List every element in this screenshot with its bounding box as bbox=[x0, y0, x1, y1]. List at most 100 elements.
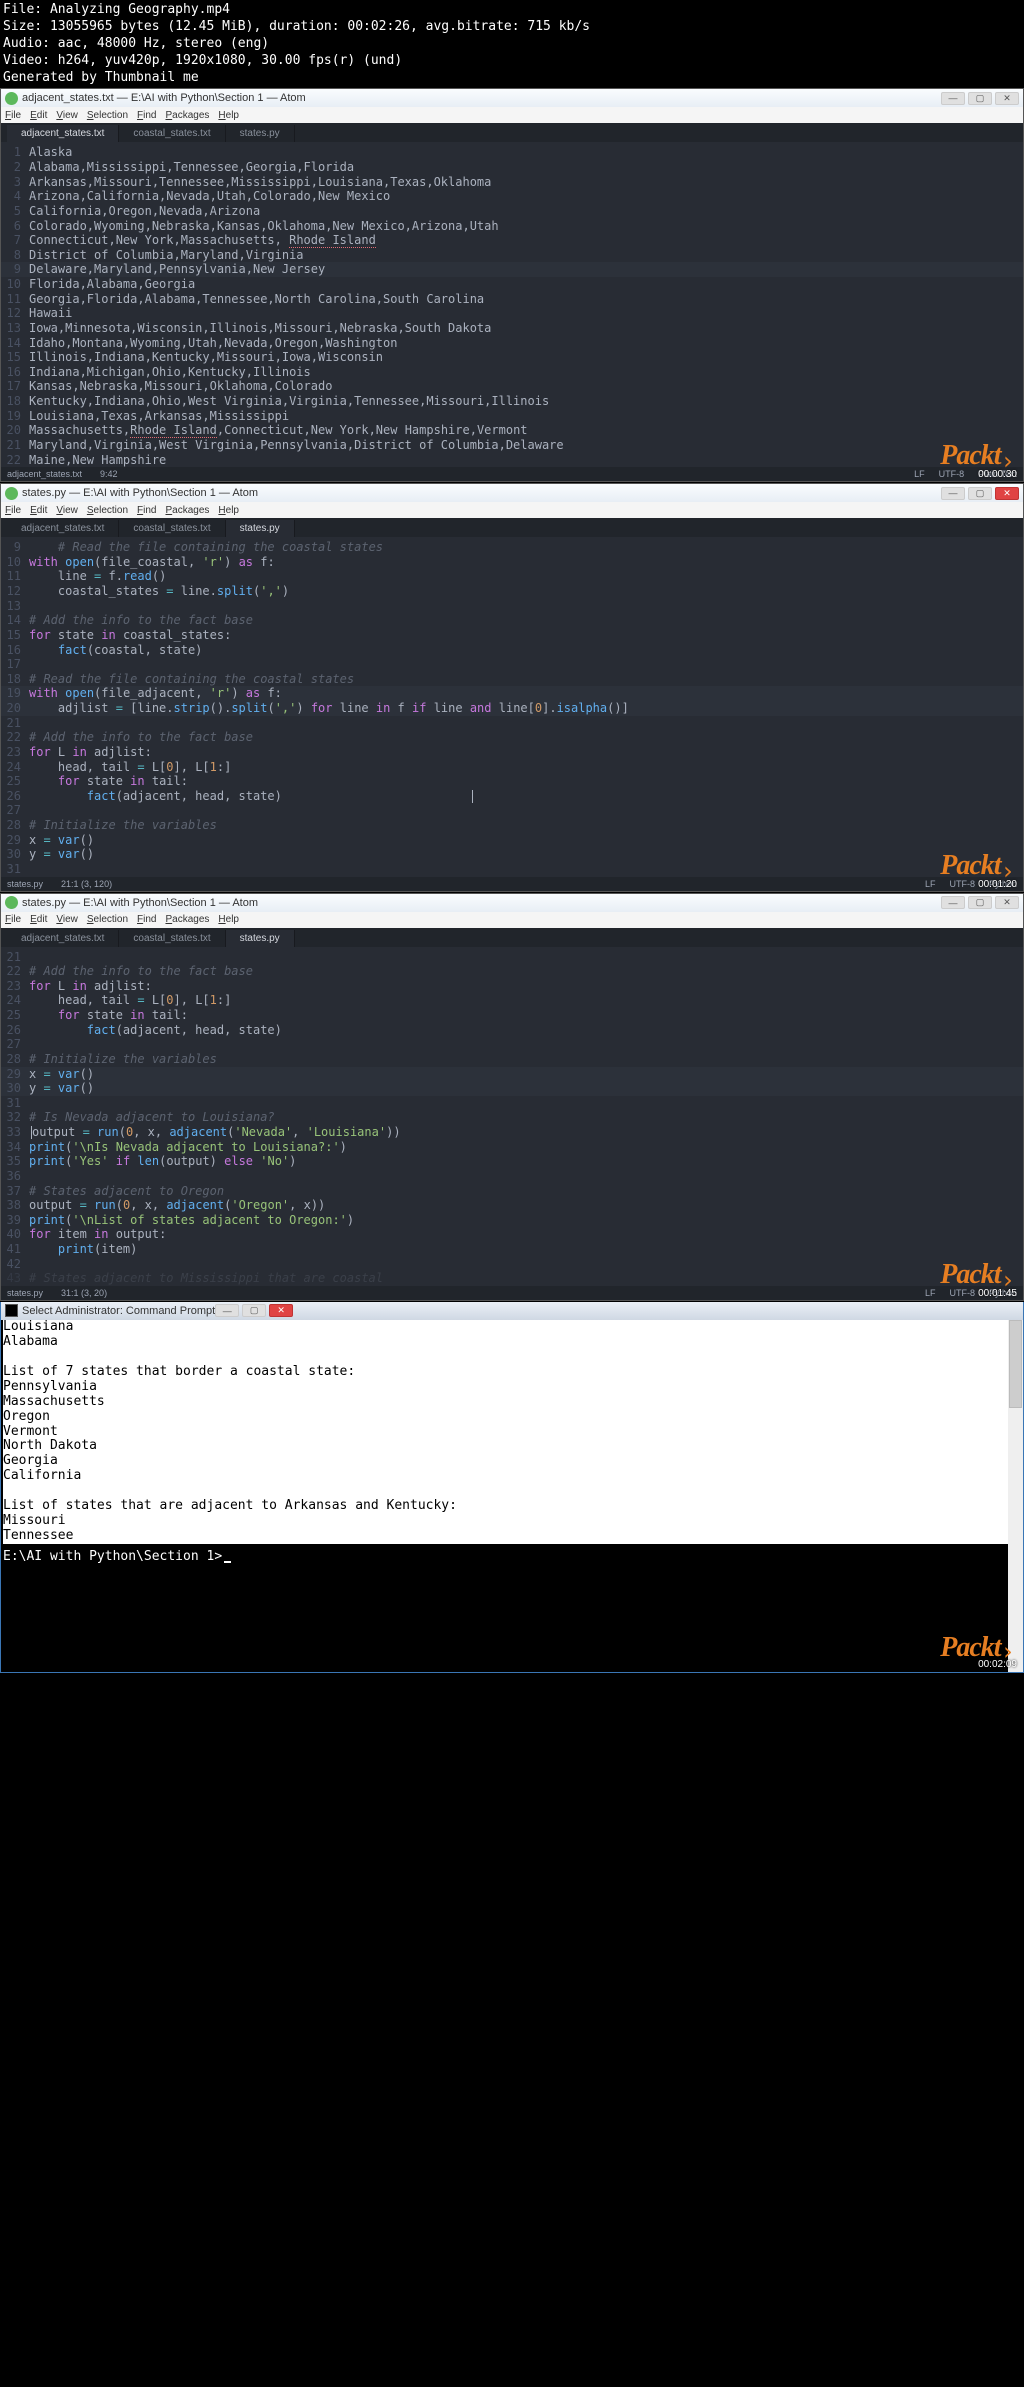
editor-line[interactable]: 26 fact(adjacent, head, state) bbox=[1, 789, 1023, 804]
editor-line[interactable]: 3Arkansas,Missouri,Tennessee,Mississippi… bbox=[1, 175, 1023, 190]
editor-line[interactable]: 10with open(file_coastal, 'r') as f: bbox=[1, 555, 1023, 570]
tab-states-py[interactable]: states.py bbox=[226, 930, 295, 947]
editor-line[interactable]: 28# Initialize the variables bbox=[1, 1052, 1023, 1067]
menu-edit[interactable]: Edit bbox=[30, 110, 47, 121]
editor-line[interactable]: 37# States adjacent to Oregon bbox=[1, 1184, 1023, 1199]
tab-coastal-states-txt[interactable]: coastal_states.txt bbox=[119, 930, 225, 947]
editor-line[interactable]: 9Delaware,Maryland,Pennsylvania,New Jers… bbox=[1, 262, 1023, 277]
editor-line[interactable]: 43# States adjacent to Mississippi that … bbox=[1, 1271, 1023, 1286]
menu-help[interactable]: Help bbox=[218, 505, 239, 516]
editor-line[interactable]: 24 head, tail = L[0], L[1:] bbox=[1, 993, 1023, 1008]
close-button[interactable]: ✕ bbox=[995, 487, 1019, 500]
tab-coastal-states-txt[interactable]: coastal_states.txt bbox=[119, 520, 225, 537]
editor-line[interactable]: 40for item in output: bbox=[1, 1227, 1023, 1242]
editor-line[interactable]: 15for state in coastal_states: bbox=[1, 628, 1023, 643]
editor-line[interactable]: 31 bbox=[1, 1096, 1023, 1111]
editor-line[interactable]: 16 fact(coastal, state) bbox=[1, 643, 1023, 658]
editor-line[interactable]: 2Alabama,Mississippi,Tennessee,Georgia,F… bbox=[1, 160, 1023, 175]
editor-line[interactable]: 12 coastal_states = line.split(',') bbox=[1, 584, 1023, 599]
titlebar[interactable]: states.py — E:\AI with Python\Section 1 … bbox=[1, 484, 1023, 502]
menu-edit[interactable]: Edit bbox=[30, 914, 47, 925]
editor-line[interactable]: 17 bbox=[1, 657, 1023, 672]
editor-line[interactable]: 33output = run(0, x, adjacent('Nevada', … bbox=[1, 1125, 1023, 1140]
scrollbar[interactable] bbox=[1008, 1320, 1023, 1672]
editor-line[interactable]: 21Maryland,Virginia,West Virginia,Pennsy… bbox=[1, 438, 1023, 453]
editor-line[interactable]: 29x = var() bbox=[1, 1067, 1023, 1082]
editor-line[interactable]: 13 bbox=[1, 599, 1023, 614]
editor-area[interactable]: 1Alaska2Alabama,Mississippi,Tennessee,Ge… bbox=[1, 142, 1023, 467]
editor-line[interactable]: 20 adjlist = [line.strip().split(',') fo… bbox=[1, 701, 1023, 716]
cmd-body[interactable]: LouisianaAlabama List of 7 states that b… bbox=[1, 1320, 1023, 1672]
menu-packages[interactable]: Packages bbox=[165, 914, 209, 925]
menu-selection[interactable]: Selection bbox=[87, 505, 128, 516]
editor-line[interactable]: 8District of Columbia,Maryland,Virginia bbox=[1, 248, 1023, 263]
minimize-button[interactable]: — bbox=[215, 1304, 239, 1317]
menu-help[interactable]: Help bbox=[218, 110, 239, 121]
menu-find[interactable]: Find bbox=[137, 914, 156, 925]
menu-file[interactable]: File bbox=[5, 914, 21, 925]
editor-line[interactable]: 27 bbox=[1, 803, 1023, 818]
editor-line[interactable]: 23for L in adjlist: bbox=[1, 745, 1023, 760]
editor-line[interactable]: 12Hawaii bbox=[1, 306, 1023, 321]
editor-line[interactable]: 35print('Yes' if len(output) else 'No') bbox=[1, 1154, 1023, 1169]
minimize-button[interactable]: — bbox=[941, 896, 965, 909]
editor-line[interactable]: 25 for state in tail: bbox=[1, 1008, 1023, 1023]
editor-line[interactable]: 10Florida,Alabama,Georgia bbox=[1, 277, 1023, 292]
editor-line[interactable]: 6Colorado,Wyoming,Nebraska,Kansas,Oklaho… bbox=[1, 219, 1023, 234]
menu-selection[interactable]: Selection bbox=[87, 110, 128, 121]
editor-line[interactable]: 11 line = f.read() bbox=[1, 569, 1023, 584]
editor-line[interactable]: 27 bbox=[1, 1037, 1023, 1052]
editor-line[interactable]: 39print('\nList of states adjacent to Or… bbox=[1, 1213, 1023, 1228]
tab-adjacent-states-txt[interactable]: adjacent_states.txt bbox=[7, 520, 119, 537]
titlebar[interactable]: adjacent_states.txt — E:\AI with Python\… bbox=[1, 89, 1023, 107]
maximize-button[interactable]: ▢ bbox=[968, 896, 992, 909]
editor-line[interactable]: 32# Is Nevada adjacent to Louisiana? bbox=[1, 1110, 1023, 1125]
editor-line[interactable]: 1Alaska bbox=[1, 145, 1023, 160]
editor-line[interactable]: 25 for state in tail: bbox=[1, 774, 1023, 789]
menu-view[interactable]: View bbox=[56, 505, 78, 516]
editor-area[interactable]: 2122# Add the info to the fact base23for… bbox=[1, 947, 1023, 1286]
editor-line[interactable]: 21 bbox=[1, 716, 1023, 731]
editor-line[interactable]: 38output = run(0, x, adjacent('Oregon', … bbox=[1, 1198, 1023, 1213]
tab-states-py[interactable]: states.py bbox=[226, 520, 295, 537]
close-button[interactable]: ✕ bbox=[995, 896, 1019, 909]
editor-line[interactable]: 30y = var() bbox=[1, 1081, 1023, 1096]
minimize-button[interactable]: — bbox=[941, 92, 965, 105]
menu-edit[interactable]: Edit bbox=[30, 505, 47, 516]
tab-adjacent-states-txt[interactable]: adjacent_states.txt bbox=[7, 930, 119, 947]
minimize-button[interactable]: — bbox=[941, 487, 965, 500]
cmd-titlebar[interactable]: Select Administrator: Command Prompt — ▢… bbox=[1, 1302, 1023, 1320]
menu-find[interactable]: Find bbox=[137, 110, 156, 121]
editor-line[interactable]: 5California,Oregon,Nevada,Arizona bbox=[1, 204, 1023, 219]
editor-line[interactable]: 22Maine,New Hampshire bbox=[1, 453, 1023, 468]
menu-find[interactable]: Find bbox=[137, 505, 156, 516]
maximize-button[interactable]: ▢ bbox=[968, 92, 992, 105]
editor-line[interactable]: 21 bbox=[1, 950, 1023, 965]
editor-line[interactable]: 23for L in adjlist: bbox=[1, 979, 1023, 994]
editor-line[interactable]: 20Massachusetts,Rhode Island,Connecticut… bbox=[1, 423, 1023, 438]
editor-line[interactable]: 14# Add the info to the fact base bbox=[1, 613, 1023, 628]
close-button[interactable]: ✕ bbox=[995, 92, 1019, 105]
editor-line[interactable]: 30y = var() bbox=[1, 847, 1023, 862]
editor-line[interactable]: 16Indiana,Michigan,Ohio,Kentucky,Illinoi… bbox=[1, 365, 1023, 380]
menu-help[interactable]: Help bbox=[218, 914, 239, 925]
editor-line[interactable]: 29x = var() bbox=[1, 833, 1023, 848]
editor-line[interactable]: 15Illinois,Indiana,Kentucky,Missouri,Iow… bbox=[1, 350, 1023, 365]
editor-line[interactable]: 31 bbox=[1, 862, 1023, 877]
editor-line[interactable]: 11Georgia,Florida,Alabama,Tennessee,Nort… bbox=[1, 292, 1023, 307]
editor-line[interactable]: 26 fact(adjacent, head, state) bbox=[1, 1023, 1023, 1038]
menu-packages[interactable]: Packages bbox=[165, 110, 209, 121]
tab-adjacent-states-txt[interactable]: adjacent_states.txt bbox=[7, 125, 119, 142]
editor-area[interactable]: 9 # Read the file containing the coastal… bbox=[1, 537, 1023, 876]
menu-packages[interactable]: Packages bbox=[165, 505, 209, 516]
menu-view[interactable]: View bbox=[56, 914, 78, 925]
editor-line[interactable]: 18# Read the file containing the coastal… bbox=[1, 672, 1023, 687]
editor-line[interactable]: 24 head, tail = L[0], L[1:] bbox=[1, 760, 1023, 775]
editor-line[interactable]: 7Connecticut,New York,Massachusetts, Rho… bbox=[1, 233, 1023, 248]
editor-line[interactable]: 36 bbox=[1, 1169, 1023, 1184]
tab-states-py[interactable]: states.py bbox=[226, 125, 295, 142]
editor-line[interactable]: 41 print(item) bbox=[1, 1242, 1023, 1257]
maximize-button[interactable]: ▢ bbox=[968, 487, 992, 500]
editor-line[interactable]: 13Iowa,Minnesota,Wisconsin,Illinois,Miss… bbox=[1, 321, 1023, 336]
menu-selection[interactable]: Selection bbox=[87, 914, 128, 925]
